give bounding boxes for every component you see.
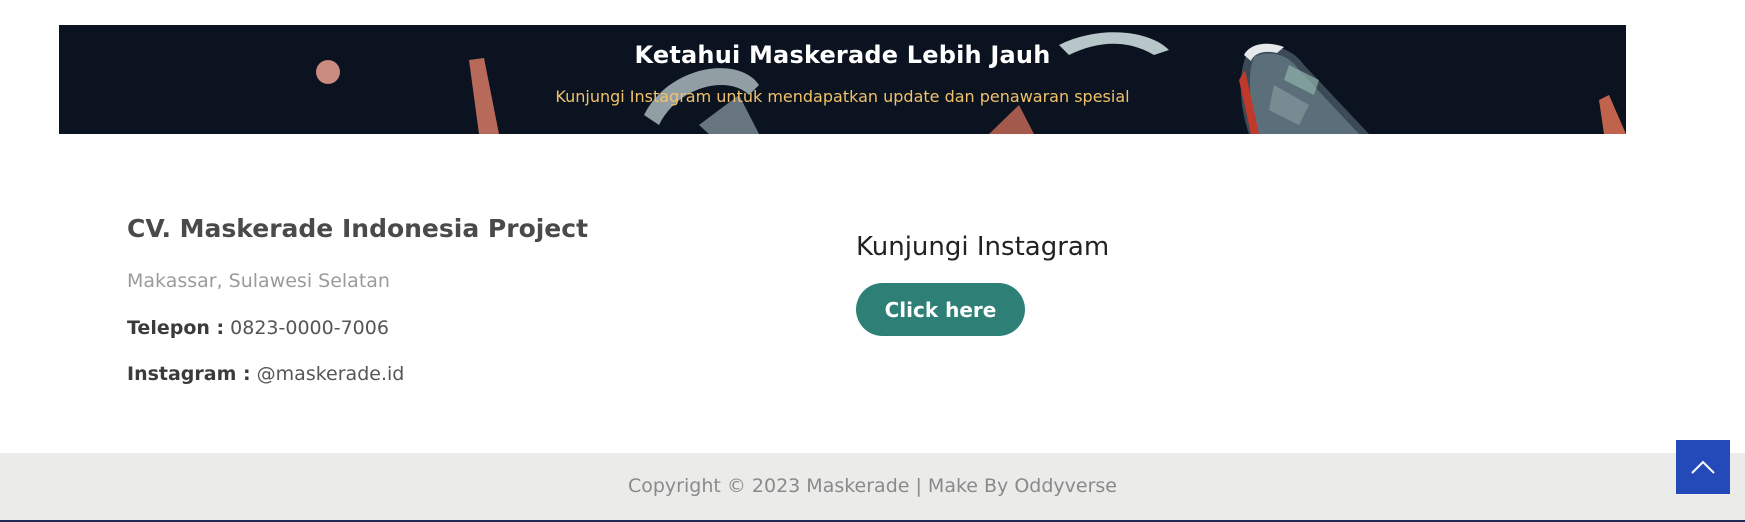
copyright-text: Copyright © 2023 Maskerade | Make By Odd… xyxy=(627,475,1117,497)
banner-subtitle: Kunjungi Instagram untuk mendapatkan upd… xyxy=(555,87,1130,106)
instagram-label: Instagram : xyxy=(127,363,251,385)
company-name: CV. Maskerade Indonesia Project xyxy=(127,214,589,243)
chevron-up-icon xyxy=(1691,460,1715,474)
phone-label: Telepon : xyxy=(127,317,225,339)
phone-value: 0823-0000-7006 xyxy=(230,317,389,339)
page: Ketahui Maskerade Lebih Jauh Kunjungi In… xyxy=(0,0,1745,522)
click-here-button[interactable]: Click here xyxy=(856,283,1025,336)
company-instagram: Instagram : @maskerade.id xyxy=(127,363,404,385)
instagram-banner: Ketahui Maskerade Lebih Jauh Kunjungi In… xyxy=(59,25,1626,134)
back-to-top-button[interactable] xyxy=(1676,440,1730,494)
company-phone: Telepon : 0823-0000-7006 xyxy=(127,317,389,339)
footer: Copyright © 2023 Maskerade | Make By Odd… xyxy=(0,453,1745,522)
company-info: CV. Maskerade Indonesia Project Makassar… xyxy=(127,214,589,385)
banner-title: Ketahui Maskerade Lebih Jauh xyxy=(634,41,1051,69)
instagram-cta: Kunjungi Instagram Click here xyxy=(856,232,1110,336)
company-address: Makassar, Sulawesi Selatan xyxy=(127,270,390,292)
instagram-handle: @maskerade.id xyxy=(256,363,405,385)
instagram-cta-title: Kunjungi Instagram xyxy=(856,232,1110,262)
